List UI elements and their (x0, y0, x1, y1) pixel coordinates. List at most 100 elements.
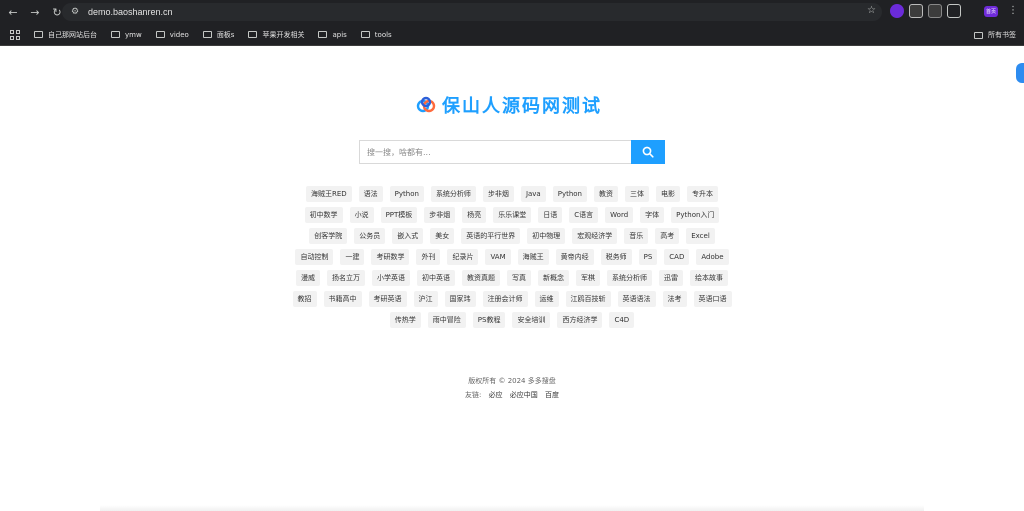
extension-icon[interactable] (928, 4, 942, 18)
back-icon[interactable]: ← (4, 3, 22, 21)
tag-link[interactable]: 杨亮 (462, 207, 487, 223)
tag-link[interactable]: PS (638, 249, 658, 265)
tag-link[interactable]: 英语口语 (693, 291, 732, 307)
tag-link[interactable]: Python (389, 186, 424, 202)
tag-link[interactable]: Python (552, 186, 587, 202)
tag-link[interactable]: 美女 (430, 228, 455, 244)
tag-link[interactable]: 音乐 (624, 228, 649, 244)
tag-link[interactable]: 步非烟 (482, 186, 514, 202)
tag-link[interactable]: 语法 (358, 186, 383, 202)
tag-link[interactable]: 书籍高中 (323, 291, 362, 307)
search-input[interactable] (359, 140, 631, 164)
tag-link[interactable]: 税务师 (600, 249, 632, 265)
extension-icon[interactable] (909, 4, 923, 18)
footer-link[interactable]: 百度 (545, 391, 559, 399)
bookmark-folder[interactable]: ymw (111, 31, 142, 39)
tag-link[interactable]: 考研数学 (371, 249, 410, 265)
tag-link[interactable]: 电影 (656, 186, 680, 202)
tag-link[interactable]: 扬名立万 (327, 270, 365, 286)
all-bookmarks[interactable]: 所有书签 (974, 30, 1016, 40)
menu-dots-icon[interactable]: ⋮ (1008, 5, 1018, 16)
tag-link[interactable]: 自动控制 (295, 249, 334, 265)
tag-link[interactable]: 创客学院 (309, 228, 348, 244)
tag-link[interactable]: 西方经济学 (557, 312, 603, 328)
tag-link[interactable]: 公务员 (354, 228, 386, 244)
tag-link[interactable]: 法考 (662, 291, 687, 307)
search-bar (359, 140, 665, 164)
footer-link[interactable]: 必应 (489, 391, 503, 399)
tag-link[interactable]: 考研英语 (368, 291, 407, 307)
tag-link[interactable]: CAD (664, 249, 690, 265)
tag-link[interactable]: 专升本 (687, 186, 718, 202)
tag-link[interactable]: 小学英语 (372, 270, 410, 286)
tag-link[interactable]: 传热学 (389, 312, 421, 328)
tag-link[interactable]: 外刊 (416, 249, 441, 265)
tag-link[interactable]: 嵌入式 (392, 228, 424, 244)
tag-link[interactable]: 新概念 (538, 270, 569, 286)
tag-link[interactable]: Excel (686, 228, 715, 244)
bookmark-folder[interactable]: 面板s (202, 30, 234, 40)
tag-link[interactable]: 注册会计师 (482, 291, 528, 307)
tag-link[interactable]: 日语 (538, 207, 563, 223)
tag-link[interactable]: 教资真题 (462, 270, 500, 286)
tag-link[interactable]: 初中数学 (304, 207, 343, 223)
tag-link[interactable]: 漫威 (296, 270, 320, 286)
tag-link[interactable]: 系统分析师 (607, 270, 652, 286)
tag-link[interactable]: 字体 (640, 207, 665, 223)
tag-link[interactable]: 初中英语 (417, 270, 455, 286)
tag-link[interactable]: 小说 (349, 207, 374, 223)
tag-link[interactable]: VAM (485, 249, 511, 265)
tag-link[interactable]: Word (605, 207, 634, 223)
tag-link[interactable]: 纪录片 (447, 249, 479, 265)
tag-link[interactable]: 三体 (625, 186, 649, 202)
tag-link[interactable]: 军棋 (576, 270, 600, 286)
tag-link[interactable]: 初中物理 (527, 228, 566, 244)
tag-link[interactable]: 黄帝内经 (555, 249, 594, 265)
tag-link[interactable]: C4D (609, 312, 635, 328)
tag-link[interactable]: PS教程 (472, 312, 506, 328)
site-settings-icon[interactable]: ⚙ (68, 5, 82, 19)
tag-link[interactable]: 写真 (507, 270, 531, 286)
footer-link[interactable]: 必应中国 (510, 391, 538, 399)
tag-link[interactable]: C语言 (569, 207, 599, 223)
tag-link[interactable]: 江鸥百技斩 (565, 291, 611, 307)
profile-avatar[interactable]: 首页 (984, 6, 998, 17)
bookmark-folder[interactable]: tools (360, 31, 392, 39)
tag-link[interactable]: 宏观经济学 (572, 228, 618, 244)
tag-link[interactable]: Adobe (696, 249, 729, 265)
address-url[interactable]: demo.baoshanren.cn (88, 7, 173, 17)
extensions-puzzle-icon[interactable] (947, 4, 961, 18)
bookmark-folder[interactable]: apis (318, 31, 347, 39)
tag-link[interactable]: 迅雷 (659, 270, 683, 286)
tag-link[interactable]: 国家玮 (444, 291, 476, 307)
forward-icon[interactable]: → (26, 3, 44, 21)
tag-link[interactable]: 海贼王RED (305, 186, 352, 202)
tag-link[interactable]: 教招 (292, 291, 317, 307)
extension-icon[interactable] (890, 4, 904, 18)
tag-link[interactable]: 教资 (594, 186, 618, 202)
search-button[interactable] (631, 140, 665, 164)
tag-link[interactable]: PPT模板 (380, 207, 418, 223)
tag-link[interactable]: 系统分析师 (430, 186, 476, 202)
tag-link[interactable]: 一建 (340, 249, 365, 265)
tag-link[interactable]: 英语语法 (617, 291, 656, 307)
tag-link[interactable]: Java (520, 186, 546, 202)
tag-link[interactable]: 乐乐课堂 (493, 207, 532, 223)
tag-link[interactable]: 安全培训 (512, 312, 551, 328)
tag-link[interactable]: 运维 (534, 291, 559, 307)
side-float-tab[interactable] (1016, 63, 1024, 83)
bookmark-folder[interactable]: 自己那网站后台 (34, 30, 97, 40)
tag-link[interactable]: 步非烟 (424, 207, 456, 223)
tag-link[interactable]: 英语的平行世界 (461, 228, 521, 244)
address-bar[interactable]: ⚙ demo.baoshanren.cn ☆ (62, 3, 882, 21)
tag-link[interactable]: 雨中冒险 (427, 312, 466, 328)
tag-link[interactable]: 海贼王 (517, 249, 549, 265)
bookmark-folder[interactable]: 苹果开发相关 (248, 30, 304, 40)
bookmark-folder[interactable]: video (155, 31, 189, 39)
tag-link[interactable]: Python入门 (671, 207, 720, 223)
tag-link[interactable]: 绘本故事 (690, 270, 728, 286)
bookmark-star-icon[interactable]: ☆ (867, 5, 876, 16)
tag-link[interactable]: 高考 (655, 228, 680, 244)
apps-grid-icon[interactable] (10, 29, 20, 40)
tag-link[interactable]: 沪江 (413, 291, 438, 307)
